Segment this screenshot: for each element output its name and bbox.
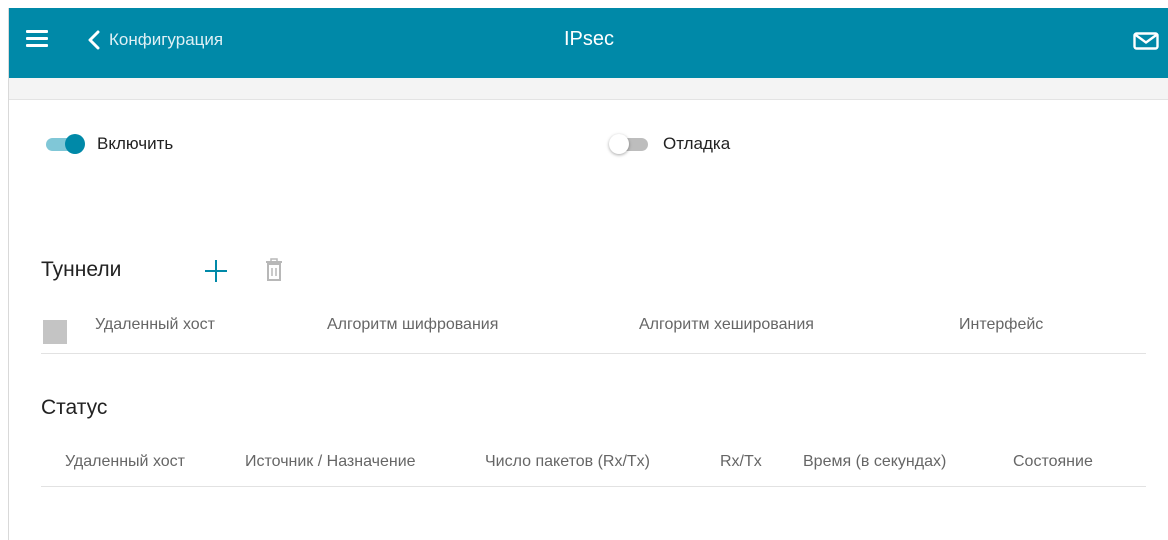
tunnels-col-interface[interactable]: Интерфейс	[959, 316, 1043, 334]
tunnels-col-encryption[interactable]: Алгоритм шифрования	[327, 316, 498, 334]
tunnels-col-remote-host[interactable]: Удаленный хост	[95, 316, 215, 334]
debug-label: Отладка	[663, 134, 731, 153]
mail-icon[interactable]	[1133, 32, 1159, 50]
enable-label: Включить	[97, 134, 174, 153]
app-frame: Конфигурация IPsec Включить Отладка Тунн…	[8, 8, 1168, 540]
tunnels-title: Туннели	[41, 258, 122, 281]
top-bar: Конфигурация IPsec	[9, 8, 1168, 78]
page-title: IPsec	[563, 28, 615, 50]
status-title: Статус	[41, 396, 108, 419]
sub-toolbar	[9, 78, 1168, 100]
tunnels-divider	[41, 353, 1146, 354]
status-divider	[41, 486, 1146, 487]
status-col-packets[interactable]: Число пакетов (Rx/Tx)	[485, 453, 650, 471]
status-col-source-destination[interactable]: Источник / Назначение	[245, 453, 416, 471]
plus-icon[interactable]	[203, 258, 229, 284]
status-col-time[interactable]: Время (в секундах)	[803, 453, 946, 471]
enable-toggle[interactable]	[43, 132, 87, 156]
debug-toggle-row: Отладка	[609, 132, 730, 156]
status-col-remote-host[interactable]: Удаленный хост	[65, 453, 185, 471]
status-col-rxtx[interactable]: Rx/Tx	[720, 453, 762, 471]
select-all-checkbox[interactable]	[43, 320, 67, 344]
trash-icon[interactable]	[265, 258, 283, 282]
tunnels-col-hashing[interactable]: Алгоритм хеширования	[639, 316, 814, 334]
status-col-state[interactable]: Состояние	[1013, 453, 1093, 471]
enable-toggle-row: Включить	[43, 132, 173, 156]
debug-toggle[interactable]	[609, 132, 653, 156]
